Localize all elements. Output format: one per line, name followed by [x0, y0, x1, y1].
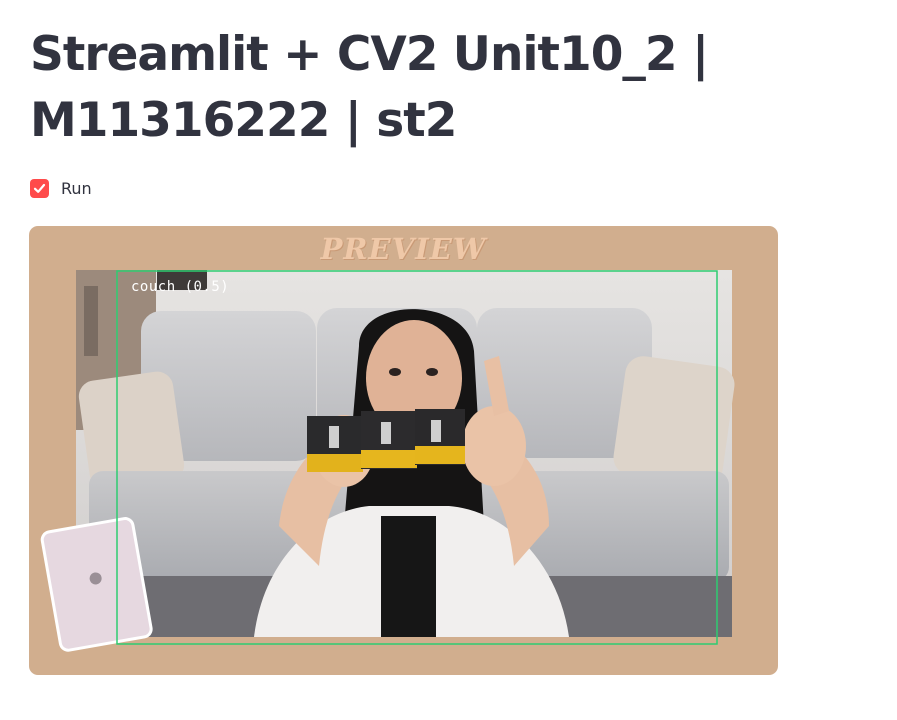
- run-checkbox-label: Run: [61, 179, 92, 198]
- run-checkbox[interactable]: Run: [30, 179, 92, 198]
- photo-scene: [40, 270, 735, 652]
- checkbox-checked-icon[interactable]: [30, 179, 49, 198]
- product-boxes: [307, 409, 465, 472]
- page-title: Streamlit + CV2 Unit10_2 | M11316222 | s…: [30, 27, 709, 148]
- video-frame: PREVIEW couch (0.5): [29, 226, 778, 675]
- preview-overlay-title: PREVIEW: [320, 232, 487, 266]
- streamlit-app: Streamlit + CV2 Unit10_2 | M11316222 | s…: [0, 0, 897, 720]
- tablet-sticker: [40, 517, 153, 652]
- detection-label: couch (0.5): [131, 279, 230, 295]
